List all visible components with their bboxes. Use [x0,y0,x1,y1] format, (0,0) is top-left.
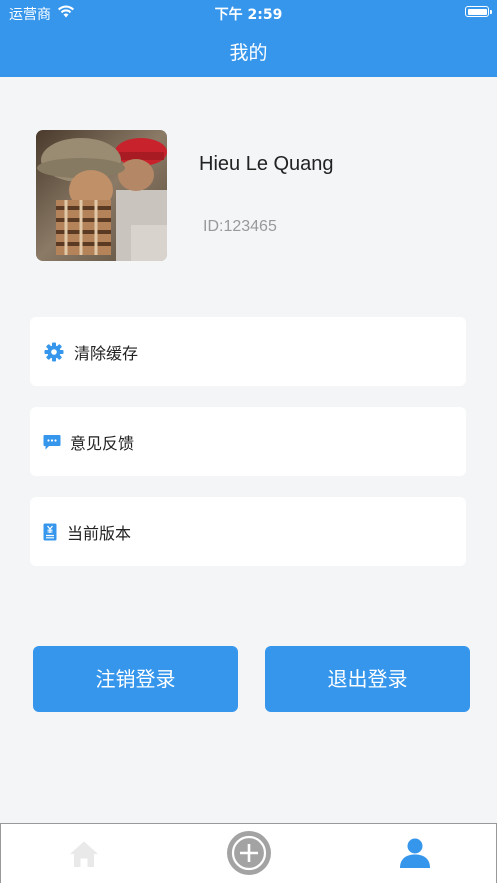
page-title: 我的 [229,42,268,64]
menu-item-version[interactable]: 当前版本 [30,497,466,566]
home-icon[interactable] [69,840,99,868]
battery-icon [465,6,492,17]
user-icon[interactable] [399,837,431,869]
menu-item-label: 清除缓存 [74,343,139,363]
add-circle-icon[interactable] [226,830,272,876]
menu-item-feedback[interactable]: 意见反馈 [30,407,466,476]
avatar-image [36,130,167,261]
gear-icon [44,342,64,361]
status-time: 下午 2:59 [214,7,283,23]
menu-item-clear-cache[interactable]: 清除缓存 [30,317,466,386]
status-bar: 运营商 下午 2:59 [0,0,497,26]
chat-icon [43,434,61,449]
profile-id: ID:123465 [203,218,277,235]
menu-item-label: 意见反馈 [70,433,135,453]
tab-bar [0,823,497,883]
header-bar: 运营商 下午 2:59 我的 [0,0,497,77]
logout-button[interactable]: 退出登录 [265,646,470,712]
profile-name: Hieu Le Quang [199,153,334,175]
avatar[interactable] [36,130,167,261]
deregister-button[interactable]: 注销登录 [33,646,238,712]
menu-item-label: 当前版本 [67,523,132,543]
document-icon [43,523,57,540]
